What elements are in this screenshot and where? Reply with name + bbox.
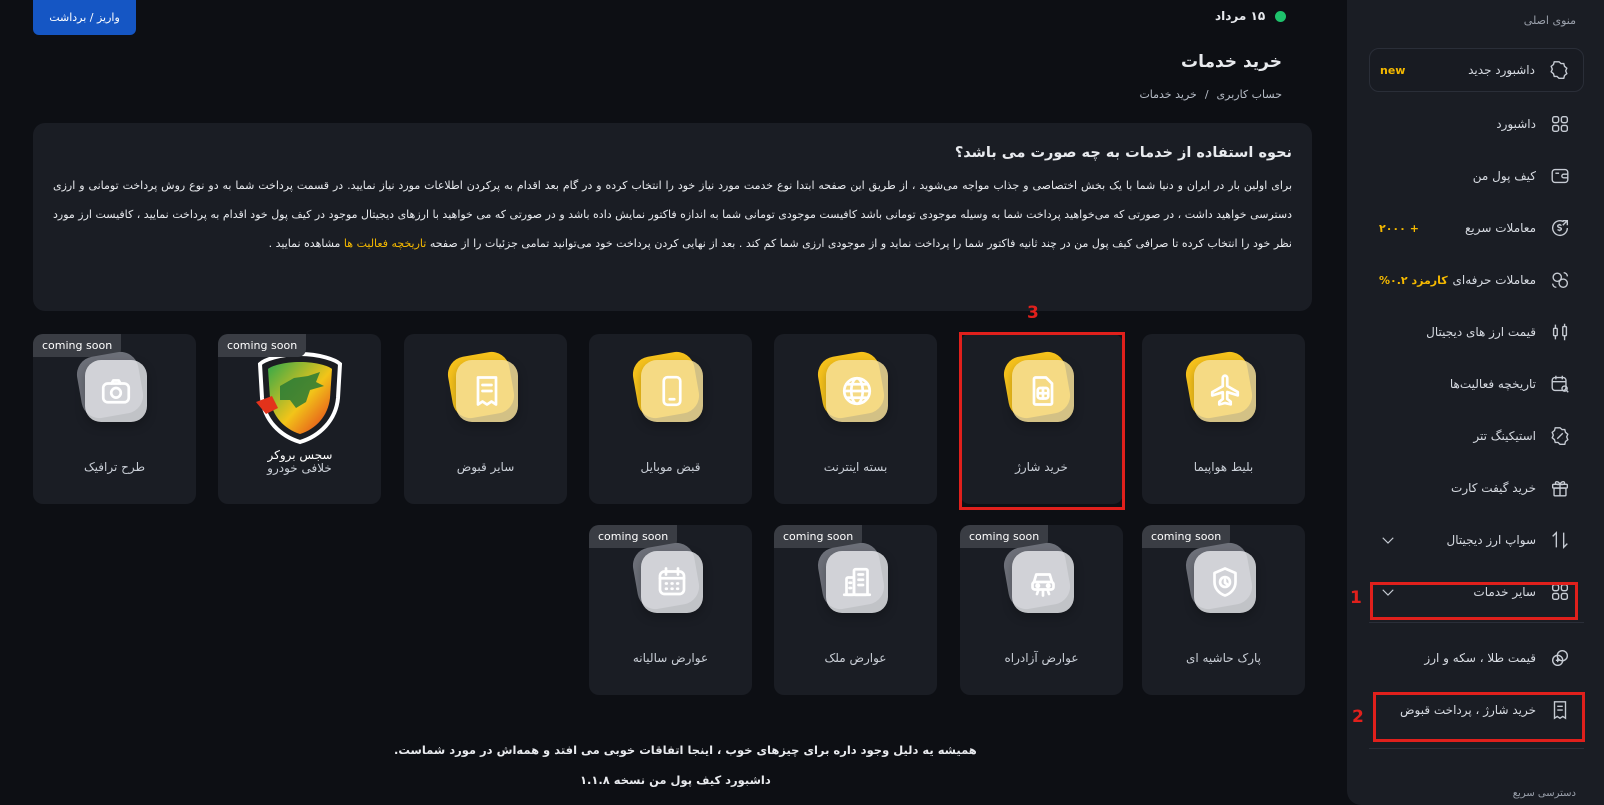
sidebar-item-crypto-swap[interactable]: سواپ ارز دیجیتال bbox=[1369, 518, 1584, 562]
car-road-icon bbox=[1012, 551, 1074, 613]
sidebar-item-label: تاریخچه فعالیت‌ها bbox=[1449, 377, 1536, 391]
service-label: عوارض سالیانه bbox=[632, 651, 709, 665]
breadcrumb-separator: / bbox=[1204, 88, 1209, 101]
footer-tagline: همیشه یه دلیل وجود داره برای چیزهای خوب … bbox=[394, 743, 977, 757]
service-card-airplane-ticket[interactable]: بلیط هواپیما bbox=[1142, 334, 1305, 504]
globe-icon bbox=[826, 360, 888, 422]
calendar-icon bbox=[641, 551, 703, 613]
page-title: خرید خدمات bbox=[1180, 52, 1282, 72]
service-card-mobile-bill[interactable]: قبض موبایل bbox=[589, 334, 752, 504]
sidebar-item-activity-history[interactable]: تاریخچه فعالیت‌ها bbox=[1369, 362, 1584, 406]
info-tail: مشاهده نمایید . bbox=[268, 237, 341, 250]
info-title: نحوه استفاده از خدمات به چه صورت می باشد… bbox=[954, 145, 1292, 161]
sidebar-item-quick-trade[interactable]: معاملات سریع + ۲۰۰۰ bbox=[1369, 206, 1584, 250]
sidebar-item-label: قیمت ارز های دیجیتال bbox=[1426, 325, 1536, 339]
pro-trade-fee: کارمزد ۰.۲% bbox=[1379, 273, 1448, 287]
coins-icon bbox=[1546, 647, 1574, 669]
sidebar-item-wallet[interactable]: کیف پول من bbox=[1369, 154, 1584, 198]
broker-logo: سجس بروکر bbox=[250, 350, 350, 462]
service-card-traffic-plan[interactable]: coming soon طرح ترافیک bbox=[33, 334, 196, 504]
chevron-down-icon[interactable] bbox=[1379, 531, 1397, 549]
grid-icon bbox=[1546, 113, 1574, 135]
sidebar-item-label: استیکینگ تتر bbox=[1473, 429, 1536, 443]
annotation-box-2 bbox=[1373, 692, 1585, 742]
sidebar-item-tether-staking[interactable]: استیکینگ تتر bbox=[1369, 414, 1584, 458]
badge-star-icon bbox=[1545, 59, 1573, 81]
breadcrumb: حساب کاربری / خرید خدمات bbox=[1139, 88, 1282, 101]
sidebar-item-label: معاملات سریع bbox=[1465, 221, 1536, 235]
status-dot-icon bbox=[1275, 10, 1287, 22]
airplane-icon bbox=[1194, 360, 1256, 422]
gift-icon bbox=[1546, 477, 1574, 499]
footer-version: داشبورد کیف پول من نسخه ۱.۱.۸ bbox=[580, 773, 771, 787]
service-label: خلافی خودرو bbox=[267, 461, 332, 475]
sidebar-item-dashboard[interactable]: داشبورد bbox=[1369, 102, 1584, 146]
quick-access-title: دسترسی سریع bbox=[1512, 788, 1576, 799]
sidebar-divider bbox=[1369, 622, 1584, 623]
service-card-traffic-fines[interactable]: سجس بروکر coming soon خلافی خودرو bbox=[218, 334, 381, 504]
breadcrumb-account[interactable]: حساب کاربری bbox=[1217, 88, 1282, 101]
sidebar-item-new-dashboard[interactable]: داشبورد جدید new bbox=[1369, 48, 1584, 92]
swap-icon bbox=[1546, 529, 1574, 551]
sidebar-item-gift-card[interactable]: خرید گیفت کارت bbox=[1369, 466, 1584, 510]
service-card-other-bills[interactable]: سایر قبوض bbox=[404, 334, 567, 504]
percent-badge-icon bbox=[1546, 425, 1574, 447]
exchange-icon bbox=[1546, 269, 1574, 291]
breadcrumb-current: خرید خدمات bbox=[1139, 88, 1197, 101]
sidebar-divider bbox=[1369, 748, 1584, 749]
annotation-box-1 bbox=[1370, 582, 1578, 620]
sidebar-item-label: داشبورد جدید bbox=[1468, 63, 1535, 77]
info-box: نحوه استفاده از خدمات به چه صورت می باشد… bbox=[33, 123, 1312, 311]
sidebar-item-label: داشبورد bbox=[1496, 117, 1536, 131]
service-card-property-tax[interactable]: coming soon عوارض ملک bbox=[774, 525, 937, 695]
broker-logo-text: سجس بروکر bbox=[267, 448, 333, 462]
parking-shield-icon bbox=[1194, 551, 1256, 613]
sidebar-item-label: خرید گیفت کارت bbox=[1451, 481, 1536, 495]
annotation-number-1: 1 bbox=[1350, 588, 1362, 608]
wallet-icon bbox=[1546, 165, 1574, 187]
activity-history-link[interactable]: تاریخچه فعالیت ها bbox=[344, 237, 426, 250]
service-label: بلیط هواپیما bbox=[1193, 460, 1254, 474]
service-card-internet-package[interactable]: بسته اینترنت bbox=[774, 334, 937, 504]
building-icon bbox=[826, 551, 888, 613]
service-card-annual-tax[interactable]: coming soon عوارض سالیانه bbox=[589, 525, 752, 695]
sidebar-item-label: معاملات حرفه‌ای bbox=[1452, 273, 1536, 287]
service-label: پارک حاشیه ای bbox=[1185, 651, 1262, 665]
receipt-icon bbox=[456, 360, 518, 422]
quick-trade-bonus: + ۲۰۰۰ bbox=[1379, 221, 1419, 235]
candles-icon bbox=[1546, 321, 1574, 343]
deposit-withdraw-button[interactable]: واریز / برداشت bbox=[33, 0, 136, 35]
sidebar-item-crypto-prices[interactable]: قیمت ارز های دیجیتال bbox=[1369, 310, 1584, 354]
info-body: برای اولین بار در ایران و دنیا شما با یک… bbox=[53, 171, 1292, 258]
service-label: قبض موبایل bbox=[640, 460, 701, 474]
service-label: بسته اینترنت bbox=[823, 460, 888, 474]
info-text: برای اولین بار در ایران و دنیا شما با یک… bbox=[53, 179, 1292, 250]
annotation-box-3 bbox=[959, 332, 1125, 510]
service-card-street-parking[interactable]: coming soon پارک حاشیه ای bbox=[1142, 525, 1305, 695]
new-badge: new bbox=[1380, 63, 1406, 77]
sidebar-item-label: قیمت طلا ، سکه و ارز bbox=[1424, 651, 1536, 665]
mobile-icon bbox=[641, 360, 703, 422]
sidebar-item-gold-prices[interactable]: قیمت طلا ، سکه و ارز bbox=[1369, 636, 1584, 680]
annotation-number-2: 2 bbox=[1352, 707, 1364, 727]
coming-soon-badge: coming soon bbox=[218, 334, 307, 357]
sidebar-item-pro-trade[interactable]: معاملات حرفه‌ای کارمزد ۰.۲% bbox=[1369, 258, 1584, 302]
dollar-arrow-icon bbox=[1546, 217, 1574, 239]
service-card-freeway-tolls[interactable]: coming soon عوارض آزادراه bbox=[960, 525, 1123, 695]
service-label: عوارض آزادراه bbox=[1004, 651, 1079, 665]
date-text: ۱۵ مرداد bbox=[1215, 9, 1266, 23]
sidebar-item-label: کیف پول من bbox=[1472, 169, 1536, 183]
sidebar-item-label: سواپ ارز دیجیتال bbox=[1446, 533, 1536, 547]
date-indicator: ۱۵ مرداد bbox=[1215, 9, 1287, 23]
sidebar-title: منوی اصلی bbox=[1523, 14, 1576, 27]
sidebar: منوی اصلی داشبورد جدید new داشبورد کیف پ… bbox=[1347, 0, 1604, 805]
service-label: سایر قبوض bbox=[456, 460, 515, 474]
calendar-search-icon bbox=[1546, 373, 1574, 395]
annotation-number-3: 3 bbox=[1027, 303, 1039, 323]
service-label: عوارض ملک bbox=[824, 651, 887, 665]
camera-icon bbox=[85, 360, 147, 422]
service-label: طرح ترافیک bbox=[83, 460, 146, 474]
